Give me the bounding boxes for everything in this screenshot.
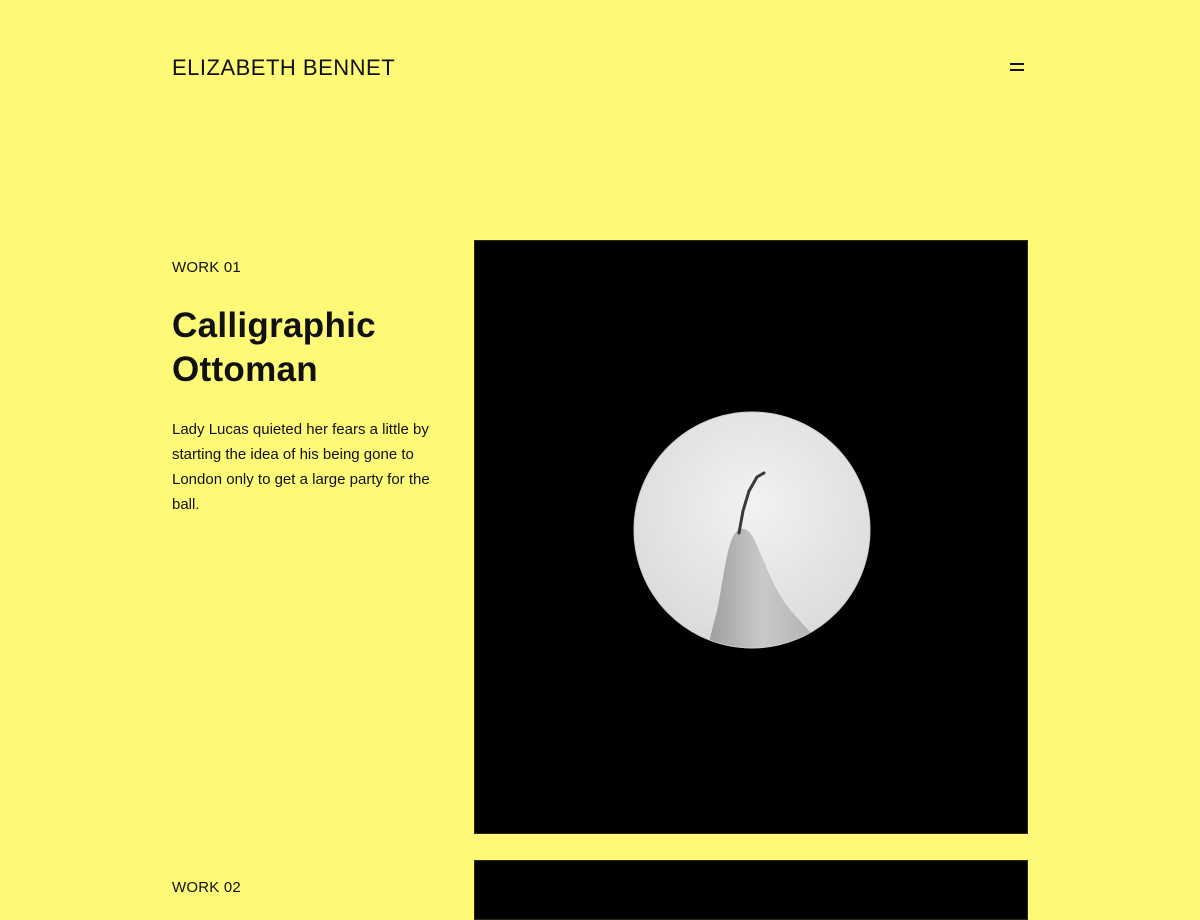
site-title[interactable]: ELIZABETH BENNET [172, 54, 395, 82]
work-description: Lady Lucas quieted her fears a little by… [172, 421, 430, 513]
work-title: Calligraphic Ottoman [172, 306, 376, 389]
work-number-label: WORK 01 [172, 259, 241, 276]
menu-button[interactable] [1008, 58, 1028, 76]
pear-photo [633, 411, 871, 649]
work-number-label: WORK 02 [172, 879, 241, 896]
work-image[interactable] [474, 860, 1028, 920]
work-image[interactable] [474, 240, 1028, 834]
